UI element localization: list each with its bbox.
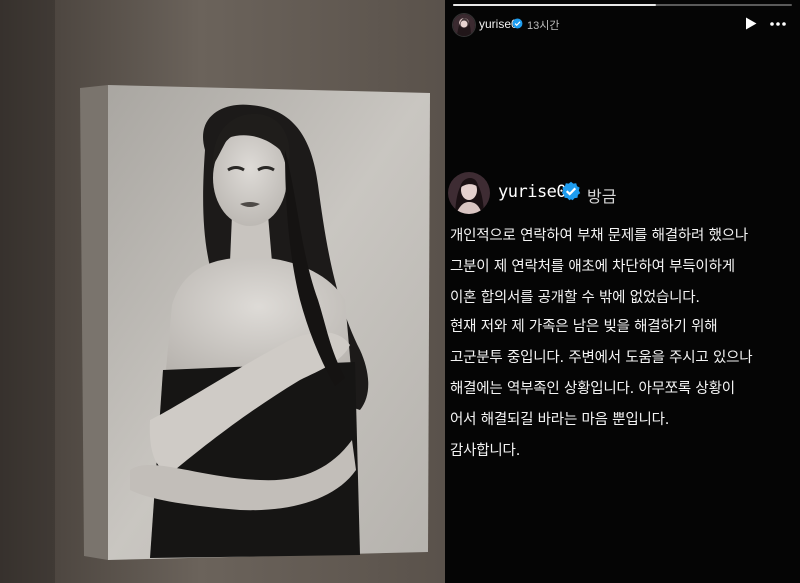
story-avatar[interactable] bbox=[452, 13, 476, 37]
post-avatar-image bbox=[448, 172, 490, 214]
post-text-line: 현재 저와 제 가족은 남은 빚을 해결하기 위해 bbox=[450, 319, 718, 335]
post-text-line: 해결에는 역부족인 상황입니다. 아무쪼록 상황이 bbox=[450, 381, 735, 397]
post-username[interactable]: yurise0 bbox=[498, 182, 567, 202]
post-paragraph-1: 개인적으로 연락하여 부채 문제를 해결하려 했으나 그분이 제 연락처를 애초… bbox=[450, 221, 748, 314]
verified-badge-icon bbox=[561, 181, 581, 201]
play-icon[interactable] bbox=[745, 17, 757, 30]
post-text-line: 이혼 합의서를 공개할 수 밖에 없었습니다. bbox=[450, 290, 700, 306]
avatar-image bbox=[453, 14, 475, 36]
post-text-line: 어서 해결되길 바라는 마음 뿐입니다. bbox=[450, 412, 670, 428]
post-text-line: 감사합니다. bbox=[450, 443, 521, 459]
portrait-photo-image bbox=[0, 0, 445, 583]
story-progress-bar bbox=[453, 4, 792, 6]
post-text-line: 그분이 제 연락처를 애초에 차단하여 부득이하게 bbox=[450, 259, 735, 275]
story-timestamp: 13시간 bbox=[527, 20, 560, 32]
post-timestamp: 방금 bbox=[587, 187, 617, 206]
story-progress-fill bbox=[453, 4, 657, 6]
post-text-line: 고군분투 중입니다. 주변에서 도움을 주시고 있으나 bbox=[450, 350, 753, 366]
post-paragraph-2: 현재 저와 제 가족은 남은 빚을 해결하기 위해 고군분투 중입니다. 주변에… bbox=[450, 312, 753, 467]
post-text-line: 개인적으로 연락하여 부채 문제를 해결하려 했으나 bbox=[450, 228, 748, 244]
more-options-icon[interactable] bbox=[770, 22, 786, 26]
instagram-story-panel: yurise0 13시간 yurise0 방금 개인적으로 연락하여 부채 문제… bbox=[445, 0, 800, 583]
framed-portrait-photo bbox=[0, 0, 445, 583]
verified-badge-icon bbox=[512, 18, 523, 29]
post-avatar[interactable] bbox=[448, 172, 490, 214]
